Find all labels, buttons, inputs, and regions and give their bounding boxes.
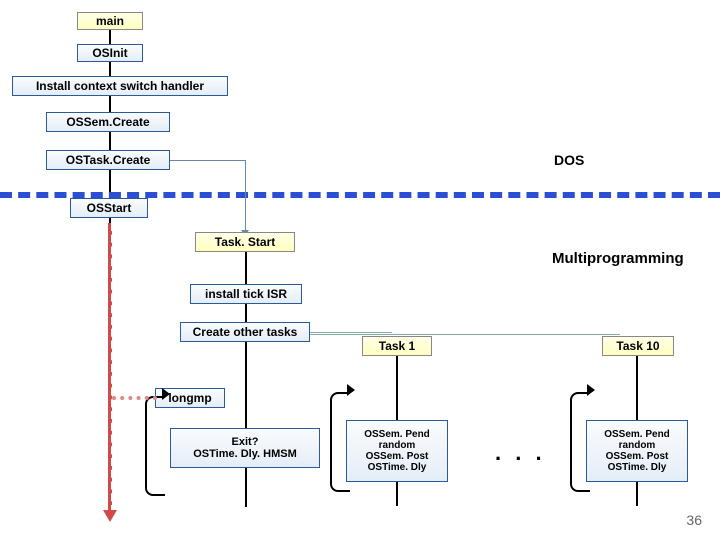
conn-create-task1 [310, 332, 392, 333]
conn-h1 [170, 160, 245, 161]
longmp-back-conn [112, 396, 157, 400]
task1-loop-text: OSSem. Pend random OSSem. Post OSTime. D… [364, 429, 430, 473]
divider-dos-multi [0, 192, 720, 198]
main-box: main [77, 12, 143, 30]
install-tick-box: install tick ISR [190, 284, 302, 304]
task10-box: Task 10 [602, 336, 674, 356]
task1-box: Task 1 [362, 336, 432, 356]
task10-loop [570, 392, 590, 492]
task1-loop [330, 392, 350, 492]
osstart-box: OSStart [70, 198, 148, 218]
ostaskcreate-box: OSTask.Create [46, 150, 170, 170]
ellipsis-dots: . . . [495, 440, 546, 466]
ossemcreate-box: OSSem.Create [46, 112, 170, 132]
taskstart-box: Task. Start [195, 232, 295, 252]
install-ctx-box: Install context switch handler [12, 76, 228, 96]
task1-loop-box: OSSem. Pend random OSSem. Post OSTime. D… [346, 420, 448, 482]
conn-create-task10 [310, 334, 620, 335]
osinit-box: OSInit [77, 44, 143, 62]
taskstart-loop-arrow [162, 388, 170, 400]
page-number: 36 [686, 512, 702, 528]
dos-label: DOS [554, 152, 584, 168]
main-lifeline-red-solid [108, 223, 111, 513]
exit-text: Exit? OSTime. Dly. HMSM [193, 436, 297, 460]
task10-loop-box: OSSem. Pend random OSSem. Post OSTime. D… [586, 420, 688, 482]
exit-box: Exit? OSTime. Dly. HMSM [170, 428, 320, 468]
conn-ostaskcreate-taskstart [245, 160, 246, 232]
taskstart-loop [145, 396, 165, 496]
main-lifeline-arrow [103, 510, 117, 522]
multi-label: Multiprogramming [552, 250, 684, 267]
task1-loop-arrow [347, 384, 355, 396]
task10-loop-arrow [587, 384, 595, 396]
create-other-box: Create other tasks [180, 322, 310, 342]
task10-loop-text: OSSem. Pend random OSSem. Post OSTime. D… [604, 429, 670, 473]
